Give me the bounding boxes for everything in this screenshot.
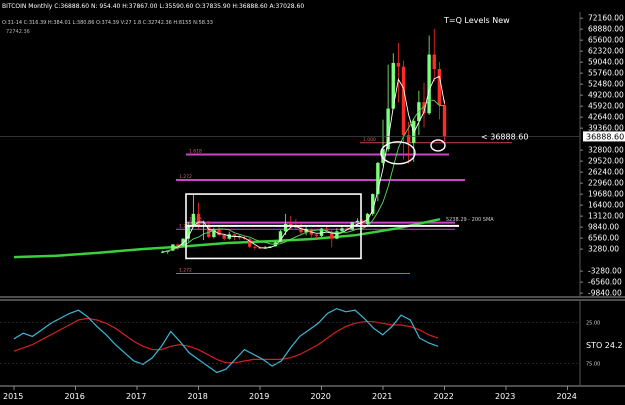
candle-body bbox=[196, 213, 201, 226]
year-tick-label: 2024 bbox=[557, 392, 577, 401]
price-tick-label: 52480.00 bbox=[588, 80, 624, 89]
candle-body bbox=[442, 105, 447, 137]
year-tick-label: 2023 bbox=[495, 392, 515, 401]
candle-body bbox=[437, 69, 442, 106]
candle-body bbox=[253, 246, 257, 248]
candle-body bbox=[340, 228, 344, 232]
price-tick-label: 49200.00 bbox=[588, 91, 624, 100]
price-tick-label: 59040.00 bbox=[588, 58, 624, 67]
price-tick-label: 26240.00 bbox=[588, 168, 624, 177]
price-tick-label: 62320.00 bbox=[588, 47, 624, 56]
price-tick-label: -9840.00 bbox=[588, 289, 622, 298]
sma-200-label: 5238.29 - 200 SMA bbox=[446, 217, 494, 223]
candle-body bbox=[427, 54, 431, 114]
year-tick-label: 2015 bbox=[3, 392, 23, 401]
chart-canvas: BITCOIN Monthly C:36888.60 N: 954.40 H:3… bbox=[0, 3, 625, 401]
chart-window: BITCOIN Monthly C:36888.60 N: 954.40 H:3… bbox=[0, 0, 625, 405]
highlight-circle bbox=[430, 139, 446, 152]
year-tick-label: 2016 bbox=[65, 392, 85, 401]
price-tick-label: 19680.00 bbox=[588, 190, 624, 199]
price-tick-label: 13120.00 bbox=[588, 212, 624, 221]
price-tick-label: 65600.00 bbox=[588, 36, 624, 45]
price-tick-label: 9840.00 bbox=[588, 223, 619, 232]
stoch-label: STO 24.2 bbox=[586, 341, 623, 350]
stoch-level-label: 75.00 bbox=[586, 362, 600, 368]
header-small-value: 72742.36 bbox=[6, 29, 30, 35]
year-tick-label: 2018 bbox=[188, 392, 208, 401]
year-tick-label: 2019 bbox=[249, 392, 269, 401]
candle-body bbox=[222, 234, 226, 239]
stoch-d-line bbox=[13, 317, 439, 364]
candle-body bbox=[432, 54, 436, 69]
price-tick-label: -3280.00 bbox=[588, 267, 622, 276]
last-price-callout: < 36888.60 bbox=[481, 132, 528, 141]
chart-title: T=Q Levels New bbox=[443, 16, 510, 25]
price-tick-label: 32800.00 bbox=[588, 146, 624, 155]
header-symbol-line: BITCOIN Monthly C:36888.60 N: 954.40 H:3… bbox=[2, 3, 304, 10]
price-tick-label: 3280.00 bbox=[588, 245, 619, 254]
price-tick-label: -6560.00 bbox=[588, 278, 622, 287]
price-tick-label: 45920.00 bbox=[588, 102, 624, 111]
fib-level-label: 1.618 bbox=[189, 149, 202, 155]
price-tick-label: 16400.00 bbox=[588, 201, 624, 210]
price-tick-label: 22960.00 bbox=[588, 179, 624, 188]
stoch-level-label: 25.00 bbox=[586, 321, 600, 327]
fib-level-label: 1.000 bbox=[363, 137, 376, 143]
candle-body bbox=[396, 62, 401, 67]
candle-body bbox=[191, 213, 196, 227]
fib-level-label: 1.272 bbox=[179, 268, 192, 274]
price-tick-label: 42640.00 bbox=[588, 113, 624, 122]
price-tick-label: 72160.00 bbox=[588, 14, 624, 23]
year-tick-label: 2021 bbox=[372, 392, 392, 401]
price-tick-label: 29520.00 bbox=[588, 157, 624, 166]
candle-body bbox=[314, 234, 319, 236]
fib-level-label: 1.272 bbox=[179, 174, 192, 180]
sma-200-line bbox=[13, 217, 441, 259]
candle-body bbox=[401, 66, 406, 136]
price-tick-label: 39360.00 bbox=[588, 124, 624, 133]
year-tick-label: 2017 bbox=[126, 392, 146, 401]
price-tick-label: 6560.00 bbox=[588, 234, 619, 243]
price-tick-label: 55760.00 bbox=[588, 69, 624, 78]
candle-body bbox=[355, 220, 360, 223]
header-indicator-line: O:31-14 C:316.39 H:384.01 L:380.86 O:374… bbox=[2, 20, 213, 26]
last-price-label: 36888.60 bbox=[586, 132, 624, 141]
year-tick-label: 2022 bbox=[434, 392, 454, 401]
price-tick-label: 68880.00 bbox=[588, 25, 624, 34]
year-tick-label: 2020 bbox=[311, 392, 331, 401]
